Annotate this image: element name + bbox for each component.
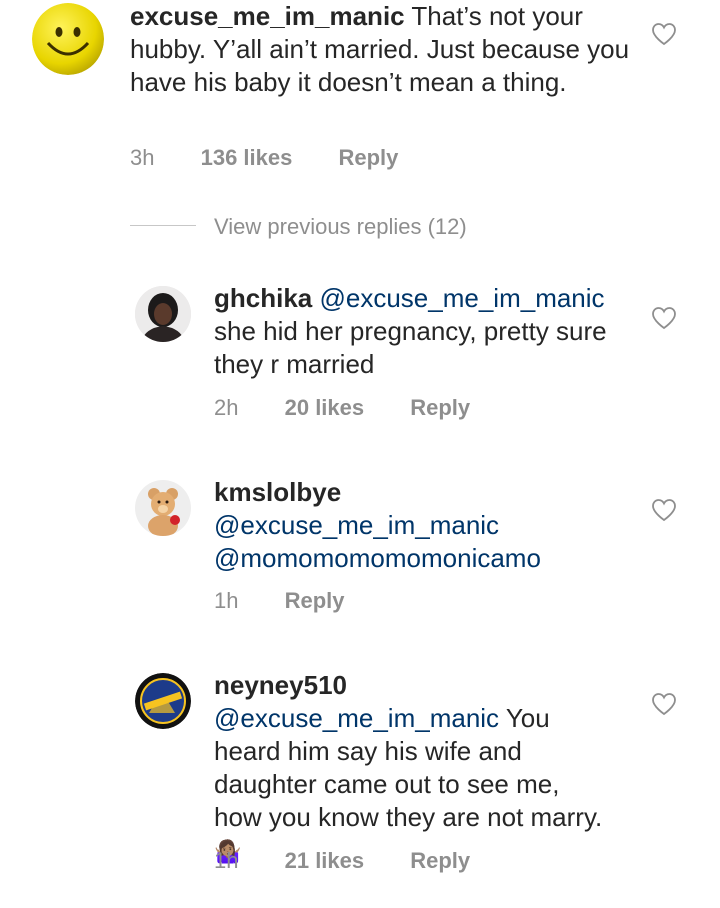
teddy-bear-icon [135, 480, 191, 536]
comment-text: ghchika @excuse_me_im_manic she hid her … [214, 282, 634, 381]
heart-icon[interactable] [651, 306, 677, 330]
reply-button[interactable]: Reply [410, 848, 470, 874]
avatar-ghchika[interactable] [135, 286, 191, 342]
avatar-smiley[interactable] [32, 3, 104, 75]
comment-meta: 2h 20 likes Reply [214, 395, 470, 421]
heart-icon[interactable] [651, 692, 677, 716]
comment-excuse-me-im-manic: excuse_me_im_manic That’s not your hubby… [0, 0, 720, 190]
comment-text: neyney510 @excuse_me_im_manic You heard … [214, 669, 614, 868]
comment-likes[interactable]: 20 likes [285, 395, 365, 421]
avatar-neyney510[interactable] [135, 673, 191, 729]
comment-neyney510: neyney510 @excuse_me_im_manic You heard … [0, 669, 720, 889]
comment-ghchika: ghchika @excuse_me_im_manic she hid her … [0, 282, 720, 432]
comment-time: 1h [214, 848, 239, 873]
reply-button[interactable]: Reply [338, 145, 398, 171]
comment-meta: 1h 21 likes Reply [214, 848, 470, 874]
view-previous-replies-label[interactable]: View previous replies (12) [214, 212, 467, 242]
mention-link[interactable]: @excuse_me_im_manic [319, 283, 604, 313]
mention-link[interactable]: @momomomomomonicamo [214, 542, 634, 575]
comment-username[interactable]: neyney510 [214, 670, 347, 700]
comment-time: 1h [214, 588, 239, 613]
divider-line [130, 225, 196, 226]
warrior-logo-icon [135, 673, 191, 729]
comment-text: kmslolbye @excuse_me_im_manic @momomomom… [214, 476, 634, 575]
avatar-kmslolbye[interactable] [135, 480, 191, 536]
reply-button[interactable]: Reply [410, 395, 470, 421]
mention-link[interactable]: @excuse_me_im_manic [214, 509, 634, 542]
comment-kmslolbye: kmslolbye @excuse_me_im_manic @momomomom… [0, 476, 720, 626]
smiley-icon [32, 3, 104, 75]
comment-text: excuse_me_im_manic That’s not your hubby… [130, 0, 630, 99]
mention-link[interactable]: @excuse_me_im_manic [214, 703, 499, 733]
heart-icon[interactable] [651, 498, 677, 522]
comment-meta: 1h Reply [214, 588, 345, 614]
comment-username[interactable]: kmslolbye [214, 476, 634, 509]
comment-username[interactable]: ghchika [214, 283, 312, 313]
comment-likes[interactable]: 21 likes [285, 848, 365, 874]
heart-icon[interactable] [651, 22, 677, 46]
comment-time: 3h [130, 145, 155, 170]
comment-time: 2h [214, 395, 239, 420]
comment-likes[interactable]: 136 likes [201, 145, 293, 171]
comment-meta: 3h 136 likes Reply [130, 145, 398, 171]
comment-body: she hid her pregnancy, pretty sure they … [214, 316, 607, 379]
profile-photo-icon [135, 286, 191, 342]
reply-button[interactable]: Reply [285, 588, 345, 614]
comment-username[interactable]: excuse_me_im_manic [130, 1, 405, 31]
